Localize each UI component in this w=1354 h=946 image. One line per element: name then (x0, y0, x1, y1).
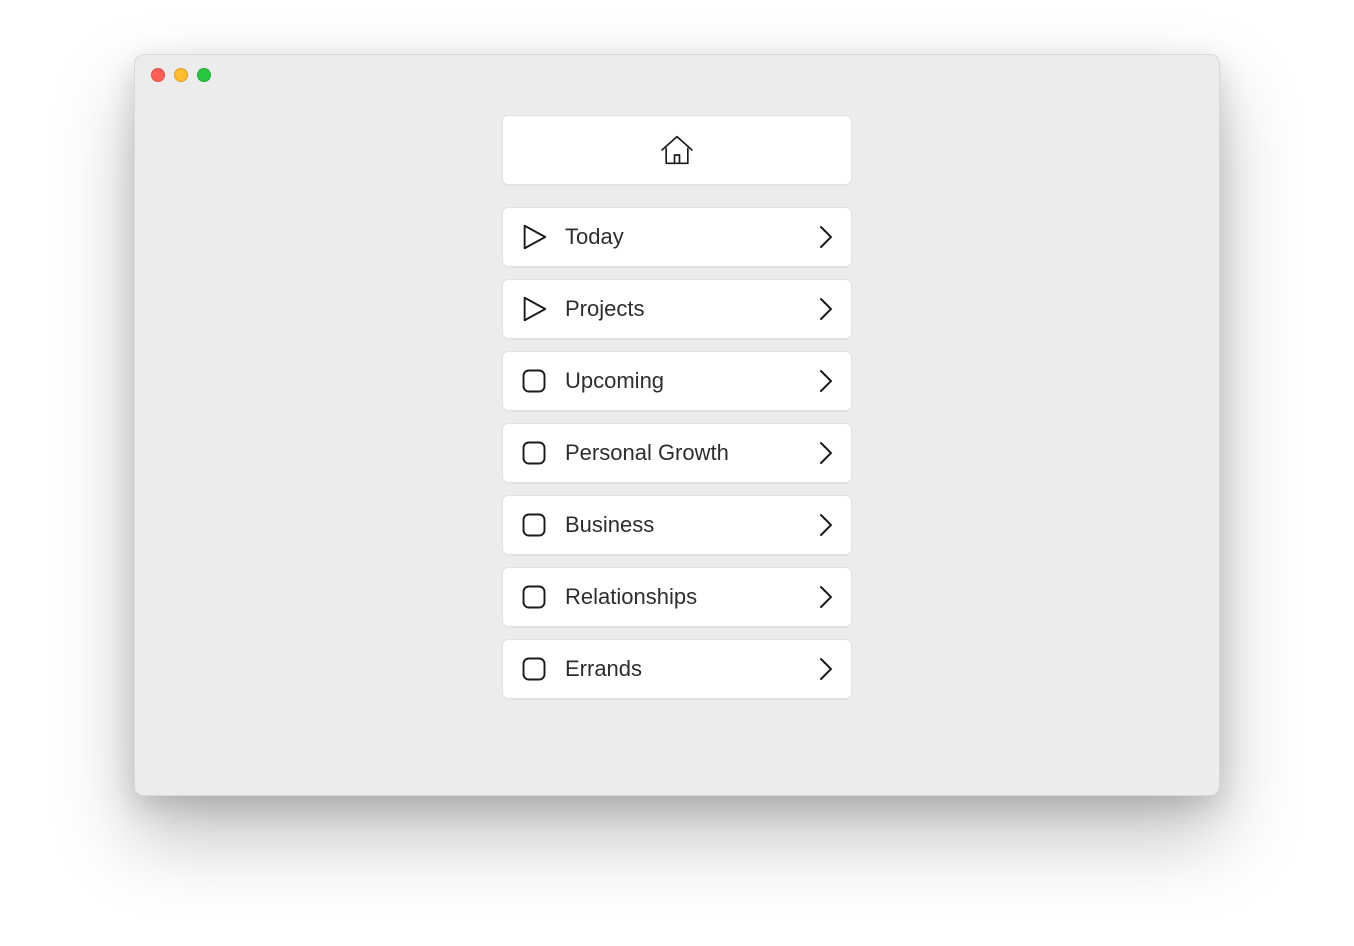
checkbox-icon (517, 508, 551, 542)
checkbox-icon (517, 580, 551, 614)
checkbox-icon (517, 436, 551, 470)
nav-item-label: Projects (551, 296, 815, 322)
nav-item-personal-growth[interactable]: Personal Growth (502, 423, 852, 483)
nav-item-label: Today (551, 224, 815, 250)
window-content: Today Projects Upcoming Personal Growth (135, 95, 1219, 795)
checkbox-icon (517, 652, 551, 686)
chevron-right-icon (815, 298, 837, 320)
nav-list: Today Projects Upcoming Personal Growth (502, 115, 852, 795)
minimize-window-button[interactable] (174, 68, 188, 82)
titlebar (135, 55, 1219, 95)
play-icon (517, 220, 551, 254)
nav-item-relationships[interactable]: Relationships (502, 567, 852, 627)
zoom-window-button[interactable] (197, 68, 211, 82)
nav-item-upcoming[interactable]: Upcoming (502, 351, 852, 411)
nav-item-label: Errands (551, 656, 815, 682)
chevron-right-icon (815, 658, 837, 680)
nav-item-business[interactable]: Business (502, 495, 852, 555)
nav-item-errands[interactable]: Errands (502, 639, 852, 699)
chevron-right-icon (815, 370, 837, 392)
nav-item-label: Relationships (551, 584, 815, 610)
home-icon (657, 130, 697, 170)
nav-item-projects[interactable]: Projects (502, 279, 852, 339)
nav-item-today[interactable]: Today (502, 207, 852, 267)
nav-item-label: Upcoming (551, 368, 815, 394)
app-window: Today Projects Upcoming Personal Growth (134, 54, 1220, 796)
chevron-right-icon (815, 226, 837, 248)
close-window-button[interactable] (151, 68, 165, 82)
chevron-right-icon (815, 514, 837, 536)
home-button[interactable] (502, 115, 852, 185)
chevron-right-icon (815, 442, 837, 464)
nav-item-label: Personal Growth (551, 440, 815, 466)
nav-item-label: Business (551, 512, 815, 538)
chevron-right-icon (815, 586, 837, 608)
checkbox-icon (517, 364, 551, 398)
window-controls (151, 68, 211, 82)
play-icon (517, 292, 551, 326)
